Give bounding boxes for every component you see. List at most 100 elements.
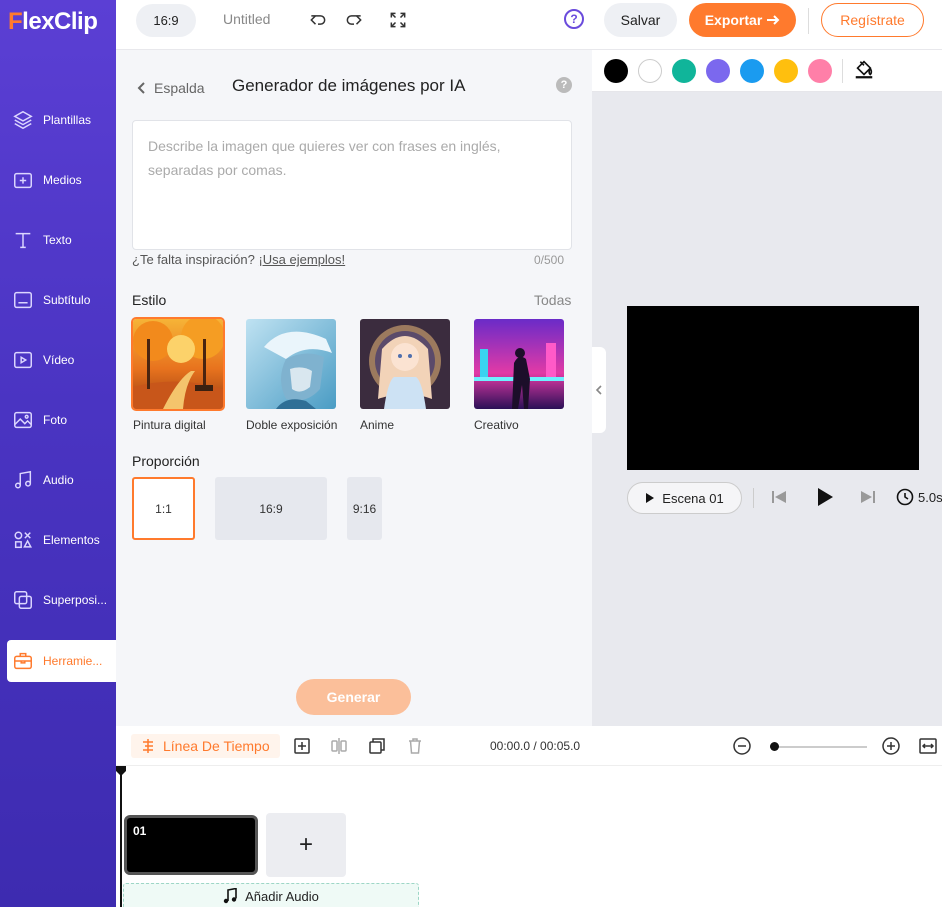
style-label: Doble exposición — [246, 418, 338, 432]
sidebar-item-label: Medios — [43, 173, 82, 187]
sidebar-item-label: Elementos — [43, 533, 100, 547]
style-card-digital-painting[interactable]: Pintura digital — [131, 317, 225, 432]
aspect-ratio-button[interactable]: 16:9 — [136, 4, 196, 37]
sidebar-item-audio[interactable]: Audio — [0, 459, 116, 501]
sidebar: FlexClip Plantillas Medios Texto Subtítu… — [0, 0, 116, 907]
style-card-anime[interactable]: Anime — [360, 319, 451, 432]
add-audio-track[interactable]: Añadir Audio — [123, 883, 419, 907]
scene-selector[interactable]: Escena 01 — [627, 482, 742, 514]
color-swatch-blue[interactable] — [740, 58, 764, 83]
play-icon[interactable] — [815, 486, 835, 508]
skip-back-icon[interactable] — [771, 488, 787, 506]
ratio-9-16-button[interactable]: 9:16 — [347, 477, 382, 540]
sidebar-item-elementos[interactable]: Elementos — [0, 519, 116, 561]
zoom-slider-handle[interactable] — [770, 742, 779, 751]
sidebar-item-label: Audio — [43, 473, 74, 487]
back-button[interactable]: Espalda — [136, 80, 205, 96]
style-label: Anime — [360, 418, 395, 432]
ratio-16-9-button[interactable]: 16:9 — [215, 477, 327, 540]
sidebar-item-video[interactable]: Vídeo — [0, 339, 116, 381]
flexclip-logo[interactable]: FlexClip — [8, 6, 98, 38]
add-scene-icon[interactable] — [293, 737, 311, 755]
timeline-toggle[interactable]: Línea De Tiempo — [131, 734, 280, 758]
style-card-double-exposure[interactable]: Doble exposición — [246, 319, 337, 432]
sidebar-item-plantillas[interactable]: Plantillas — [0, 99, 116, 141]
add-audio-label: Añadir Audio — [245, 888, 319, 904]
color-swatch-white[interactable] — [638, 58, 662, 83]
register-button[interactable]: Regístrate — [821, 3, 924, 37]
sidebar-item-foto[interactable]: Foto — [0, 399, 116, 441]
style-thumbnail — [474, 319, 564, 409]
export-button[interactable]: Exportar — [689, 3, 796, 37]
duration-display: 5.0s — [896, 488, 942, 506]
color-swatch-green[interactable] — [672, 58, 696, 83]
help-icon[interactable]: ? — [564, 9, 584, 29]
panel-title: Generador de imágenes por IA — [232, 76, 466, 95]
split-icon[interactable] — [330, 737, 348, 755]
style-heading: Estilo — [132, 292, 167, 308]
export-label: Exportar — [704, 12, 763, 28]
ratio-1-1-button[interactable]: 1:1 — [132, 477, 195, 540]
inspiration-line: ¿Te falta inspiración? ¡Usa ejemplos! — [132, 252, 345, 267]
undo-icon[interactable] — [307, 9, 329, 31]
divider — [842, 58, 843, 83]
sidebar-item-texto[interactable]: Texto — [0, 219, 116, 261]
color-swatch-yellow[interactable] — [774, 58, 798, 83]
scene-label: Escena 01 — [662, 490, 724, 506]
prompt-input-container — [132, 120, 572, 250]
style-label: Pintura digital — [133, 418, 206, 432]
all-styles-link[interactable]: Todas — [534, 292, 571, 308]
use-examples-link[interactable]: ¡Usa ejemplos! — [258, 252, 345, 267]
color-toolbar — [592, 50, 942, 92]
clock-icon — [896, 488, 914, 506]
text-icon — [12, 229, 34, 251]
zoom-slider-track[interactable] — [770, 746, 867, 748]
add-scene-button[interactable]: + — [266, 813, 346, 877]
timeline-icon — [143, 739, 153, 753]
question-icon[interactable]: ? — [556, 77, 572, 93]
overlay-icon — [12, 589, 34, 611]
arrow-right-icon — [767, 15, 780, 25]
fit-width-icon[interactable] — [919, 737, 937, 755]
save-button[interactable]: Salvar — [604, 3, 677, 37]
fullscreen-icon[interactable] — [387, 9, 409, 31]
zoom-out-icon[interactable] — [733, 737, 751, 755]
paint-bucket-icon[interactable] — [853, 58, 875, 83]
delete-icon[interactable] — [406, 737, 424, 755]
video-canvas[interactable] — [627, 306, 919, 470]
color-swatch-black[interactable] — [604, 58, 628, 83]
sidebar-item-superposicion[interactable]: Superposi... — [0, 579, 116, 621]
playhead[interactable] — [120, 766, 122, 907]
color-swatch-pink[interactable] — [808, 58, 832, 83]
sidebar-item-label: Herramie... — [43, 654, 103, 668]
top-toolbar: 16:9 Untitled ? Salvar Exportar Regístra… — [116, 0, 942, 50]
ai-image-generator-panel: Espalda Generador de imágenes por IA ? ¿… — [116, 50, 592, 726]
redo-icon[interactable] — [343, 9, 365, 31]
duration-value: 5.0s — [918, 489, 942, 505]
sidebar-item-subtitulo[interactable]: Subtítulo — [0, 279, 116, 321]
style-card-creative[interactable]: Creativo — [474, 319, 565, 432]
sidebar-item-label: Foto — [43, 413, 68, 427]
timeline-time: 00:00.0 / 00:05.0 — [490, 739, 581, 753]
collapse-panel-button[interactable] — [592, 347, 606, 433]
color-swatch-purple[interactable] — [706, 58, 730, 83]
prompt-input[interactable] — [148, 134, 556, 236]
sidebar-item-label: Vídeo — [43, 353, 75, 367]
document-title[interactable]: Untitled — [223, 11, 270, 27]
style-thumbnail — [360, 319, 450, 409]
zoom-in-icon[interactable] — [882, 737, 900, 755]
sidebar-item-medios[interactable]: Medios — [0, 159, 116, 201]
skip-forward-icon[interactable] — [860, 488, 876, 506]
folder-plus-icon — [12, 169, 34, 191]
sidebar-item-label: Plantillas — [43, 113, 92, 127]
video-icon — [12, 349, 34, 371]
photo-icon — [12, 409, 34, 431]
sidebar-item-herramientas[interactable]: Herramie... — [7, 640, 116, 682]
style-label: Creativo — [474, 418, 519, 432]
toolbar-divider — [808, 8, 809, 34]
chevron-left-icon — [595, 385, 602, 395]
duplicate-icon[interactable] — [368, 737, 386, 755]
generate-button[interactable]: Generar — [296, 679, 411, 715]
back-label: Espalda — [154, 80, 205, 96]
scene-clip[interactable]: 01 — [124, 815, 258, 875]
